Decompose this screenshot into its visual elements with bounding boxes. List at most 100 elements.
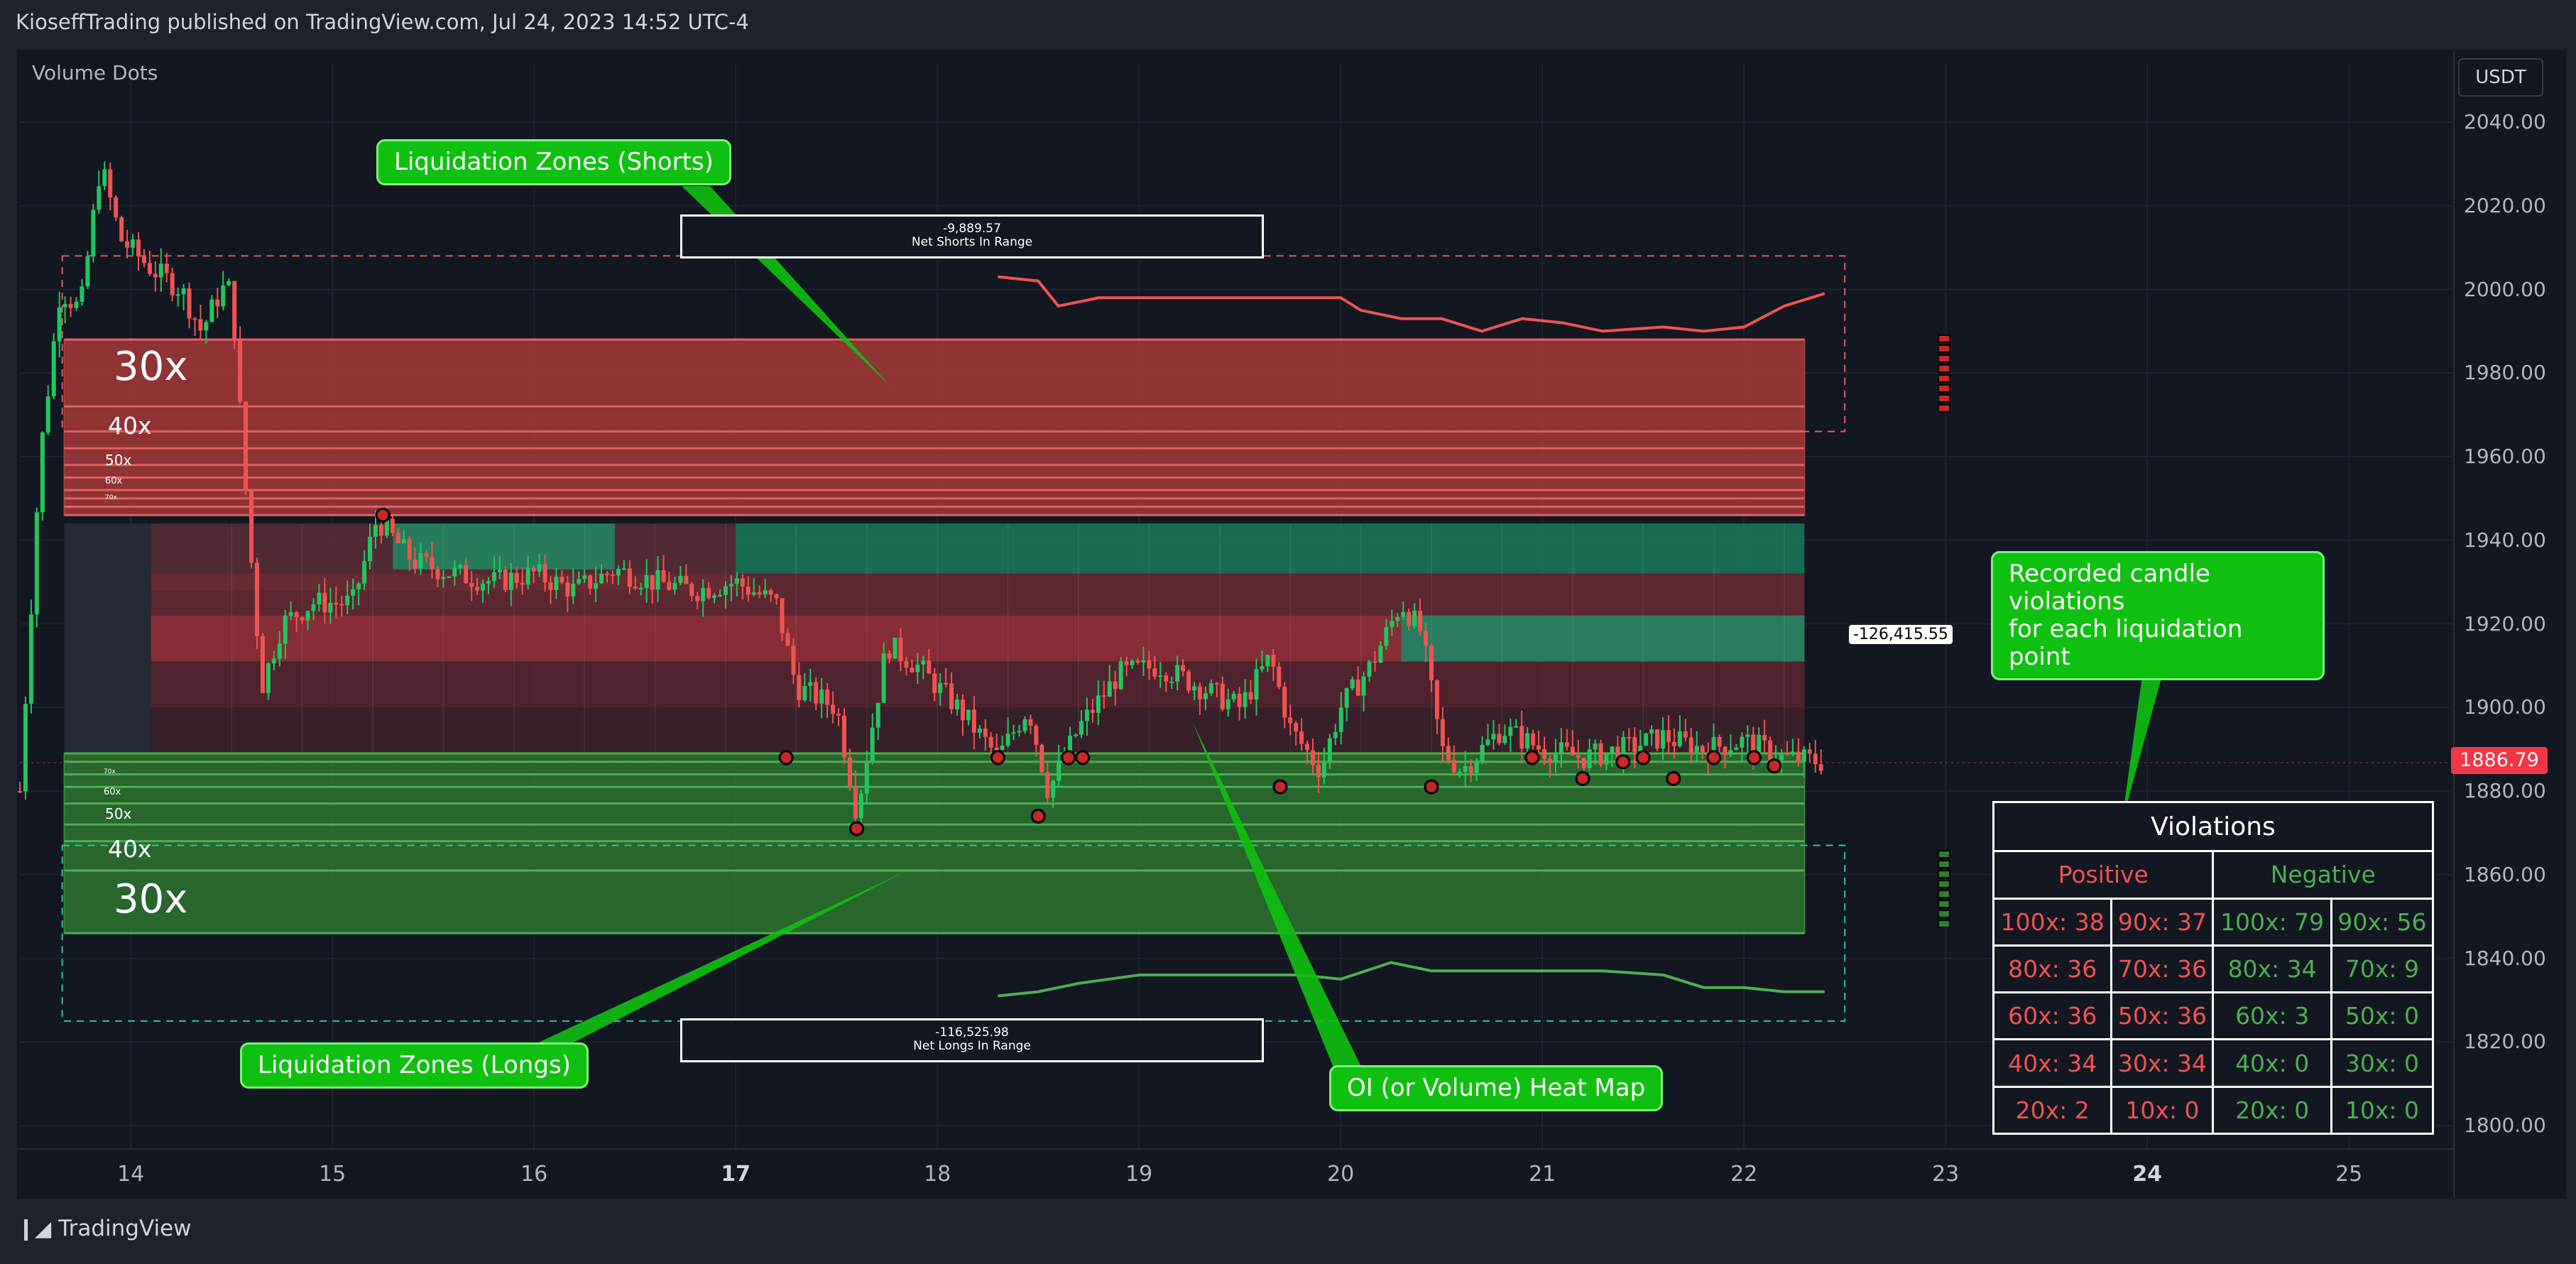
net-shorts-label: Net Shorts In Range (911, 235, 1033, 249)
candle-body (91, 209, 96, 257)
table-cell: 50x: 0 (2330, 991, 2435, 1041)
candle-body (1169, 681, 1174, 683)
candle-body (994, 747, 999, 750)
footer-brand[interactable]: ❙◢ TradingView (17, 1216, 192, 1241)
candle-body (491, 572, 496, 582)
candle-body (858, 793, 863, 819)
y-tick-label: 1960.00 (2464, 445, 2546, 468)
candle-body (102, 169, 107, 187)
candle-body (452, 567, 457, 577)
candle-body (464, 565, 469, 584)
candle-body (283, 615, 288, 644)
candle-body (1282, 687, 1287, 718)
heatmap-band (64, 523, 151, 754)
violation-dot (1061, 750, 1076, 766)
candle-body (1502, 736, 1507, 743)
candle-body (684, 576, 689, 584)
violation-dot (1075, 750, 1091, 766)
candle-body (594, 583, 599, 589)
violations-title: Violations (1992, 800, 2434, 853)
candle-body (627, 568, 632, 587)
candle-body (147, 263, 152, 274)
candle-body (1090, 709, 1095, 714)
candle-body (881, 653, 886, 703)
candle-body (1683, 731, 1688, 738)
candle-body (678, 576, 683, 583)
candle-body (1367, 661, 1372, 677)
candle-body (1034, 726, 1039, 746)
short-marker (1938, 334, 1950, 343)
candle-body (34, 512, 39, 615)
y-tick-label: 2040.00 (2464, 110, 2546, 134)
candle-body (1649, 729, 1654, 734)
candle-body (1537, 745, 1541, 750)
y-tick-label: 1840.00 (2464, 946, 2546, 970)
candle-body (1299, 731, 1304, 744)
candle-body (430, 557, 435, 570)
x-tick-label: 21 (1529, 1162, 1556, 1187)
candle-body (971, 709, 976, 733)
short-lev-40x: 40x (108, 412, 152, 440)
candle-body (1395, 617, 1400, 621)
table-cell: 70x: 9 (2330, 944, 2435, 994)
heatmap-band (736, 523, 1805, 574)
short-marker (1938, 384, 1950, 393)
table-cell: 60x: 36 (1992, 991, 2113, 1041)
candle-body (661, 570, 666, 582)
candle-body (260, 636, 265, 694)
candle-body (1429, 645, 1434, 681)
candle-body (514, 572, 519, 583)
table-row: 80x: 36 70x: 36 80x: 34 70x: 9 (1992, 944, 2435, 994)
candle-body (362, 561, 367, 584)
currency-button[interactable]: USDT (2458, 58, 2543, 97)
candle-body (238, 339, 243, 402)
candle-body (921, 660, 926, 665)
candle-body (1401, 611, 1406, 618)
candle-body (1118, 661, 1123, 690)
indicator-label[interactable]: Volume Dots (32, 61, 158, 85)
candle-body (785, 633, 790, 646)
violation-dot (778, 750, 794, 766)
candle-body (1384, 627, 1389, 646)
candle-body (45, 396, 50, 433)
candle-body (418, 553, 423, 569)
candle-body (1141, 660, 1146, 663)
candle-body (1355, 679, 1360, 696)
candle-body (368, 536, 373, 562)
candle-body (875, 702, 880, 728)
heatmap-band (151, 661, 1805, 708)
candle-body (831, 704, 836, 714)
candle-body (401, 538, 406, 544)
candle-body (458, 565, 463, 568)
candle-body (712, 595, 717, 599)
candle-body (724, 586, 728, 595)
candle-body (1598, 743, 1603, 765)
candle-body (836, 714, 841, 716)
candle-body (1655, 729, 1660, 749)
candle-body (74, 301, 79, 308)
x-tick-label: 17 (721, 1162, 751, 1187)
candle-body (927, 660, 932, 674)
candle-body (249, 491, 254, 563)
candle-body (938, 682, 943, 693)
candle-body (1440, 719, 1445, 746)
candle-body (424, 553, 429, 557)
candle-body (51, 341, 56, 397)
candle-body (1039, 745, 1044, 773)
candle-body (1265, 655, 1270, 667)
candle-body (1254, 669, 1259, 700)
table-row: 100x: 38 90x: 37 100x: 79 90x: 56 (1992, 897, 2435, 947)
candle-body (1587, 749, 1592, 768)
short-marker (1938, 354, 1950, 363)
negative-header: Negative (2212, 850, 2434, 900)
candle-body (554, 577, 559, 590)
candle-body (1627, 737, 1632, 739)
candle-body (62, 303, 67, 307)
candle-body (802, 685, 807, 700)
candle-body (751, 592, 756, 595)
candle-body (1096, 695, 1101, 714)
long-marker (1938, 920, 1950, 928)
candle-body (1074, 734, 1079, 736)
candle-body (1717, 736, 1722, 747)
candle-body (1547, 758, 1552, 763)
